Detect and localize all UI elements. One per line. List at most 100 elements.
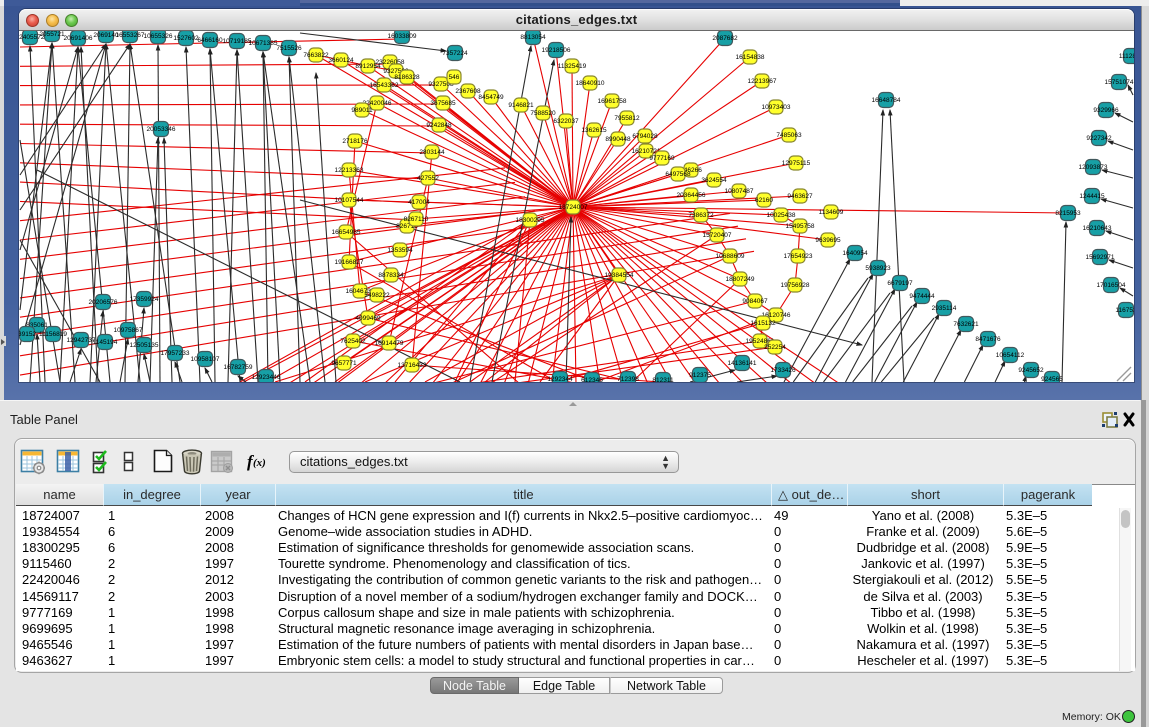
svg-text:1145194: 1145194 — [93, 339, 118, 346]
svg-text:5938923: 5938923 — [865, 265, 891, 272]
svg-text:8186328: 8186328 — [394, 74, 420, 81]
svg-text:1362615: 1362615 — [581, 127, 607, 134]
svg-text:11156819: 11156819 — [39, 331, 67, 338]
svg-text:18300295: 18300295 — [516, 217, 545, 224]
svg-text:1244415: 1244415 — [1079, 193, 1105, 200]
svg-text:5498222: 5498222 — [364, 292, 390, 299]
svg-text:(x): (x) — [253, 457, 266, 469]
svg-text:12505135: 12505135 — [130, 342, 159, 349]
svg-text:16654985: 16654985 — [332, 229, 361, 236]
svg-text:20053346: 20053346 — [147, 126, 176, 133]
svg-text:15692971: 15692971 — [1086, 254, 1115, 261]
svg-text:3675685: 3675685 — [430, 100, 456, 107]
svg-text:15720407: 15720407 — [703, 232, 732, 239]
svg-text:8813054: 8813054 — [520, 34, 546, 41]
svg-text:12975115: 12975115 — [782, 160, 811, 167]
svg-text:924565: 924565 — [1041, 376, 1063, 382]
svg-text:17957233: 17957233 — [161, 350, 190, 357]
svg-text:417004: 417004 — [408, 199, 430, 206]
svg-text:2367608: 2367608 — [455, 88, 481, 95]
svg-text:8990448: 8990448 — [605, 136, 631, 143]
svg-text:10688609: 10688609 — [716, 253, 745, 260]
svg-text:2718176: 2718176 — [342, 138, 368, 145]
svg-text:19384554: 19384554 — [605, 272, 634, 279]
svg-text:812311: 812311 — [652, 377, 674, 382]
svg-text:17359924: 17359924 — [130, 296, 159, 303]
svg-text:17654923: 17654923 — [784, 253, 813, 260]
svg-text:6679197: 6679197 — [887, 280, 913, 287]
svg-text:10025438: 10025438 — [767, 212, 796, 219]
svg-text:16033809: 16033809 — [388, 33, 417, 40]
svg-text:9245652: 9245652 — [1018, 367, 1044, 374]
svg-text:16648784: 16648784 — [872, 97, 901, 104]
svg-text:7663822: 7663822 — [303, 52, 329, 59]
svg-text:15495758: 15495758 — [786, 223, 815, 230]
svg-text:39152: 39152 — [19, 331, 36, 338]
svg-text:9474444: 9474444 — [909, 293, 935, 300]
svg-text:10719185: 10719185 — [223, 38, 252, 45]
svg-text:1527602: 1527602 — [173, 35, 199, 42]
svg-text:8878334: 8878334 — [378, 272, 404, 279]
svg-text:427552: 427552 — [417, 175, 439, 182]
svg-text:12923446: 12923446 — [252, 374, 281, 381]
svg-text:2935114: 2935114 — [932, 305, 957, 312]
svg-text:10973403: 10973403 — [762, 104, 791, 111]
svg-text:8471676: 8471676 — [975, 336, 1001, 343]
svg-text:2087682: 2087682 — [712, 35, 738, 42]
svg-text:7357224: 7357224 — [442, 50, 468, 57]
svg-text:1733426: 1733426 — [770, 367, 796, 374]
svg-text:16543362: 16543362 — [370, 82, 399, 89]
svg-text:9227342: 9227342 — [1086, 135, 1112, 142]
svg-text:12213363: 12213363 — [335, 167, 364, 174]
svg-text:7588520: 7588520 — [530, 110, 556, 117]
svg-text:13716433: 13716433 — [398, 362, 427, 369]
svg-text:546: 546 — [449, 74, 460, 81]
svg-text:3624554: 3624554 — [701, 177, 727, 184]
svg-text:10958107: 10958107 — [191, 356, 220, 363]
svg-text:9084067: 9084067 — [742, 298, 768, 305]
svg-text:1615132: 1615132 — [750, 320, 776, 327]
svg-text:7955812: 7955812 — [614, 115, 640, 122]
svg-text:7632621: 7632621 — [953, 321, 979, 328]
svg-text:252254: 252254 — [764, 344, 786, 351]
svg-text:20206576: 20206576 — [89, 299, 118, 306]
svg-text:16782759: 16782759 — [224, 364, 253, 371]
svg-text:62160: 62160 — [755, 197, 773, 204]
svg-text:19166827: 19166827 — [335, 259, 364, 266]
svg-text:6322037: 6322037 — [553, 118, 579, 125]
svg-text:116753: 116753 — [1115, 307, 1134, 314]
svg-text:612346: 612346 — [581, 377, 603, 382]
svg-text:12942737: 12942737 — [67, 337, 96, 344]
svg-text:7386372: 7386372 — [688, 212, 714, 219]
svg-text:11325419: 11325419 — [558, 63, 587, 70]
svg-text:989011: 989011 — [351, 107, 373, 114]
svg-text:7515526: 7515526 — [276, 45, 302, 52]
svg-text:9146821: 9146821 — [508, 102, 534, 109]
svg-text:19218506: 19218506 — [542, 47, 571, 54]
svg-text:2803144: 2803144 — [419, 149, 445, 156]
svg-text:18807249: 18807249 — [726, 276, 755, 283]
svg-text:12093873: 12093873 — [1079, 164, 1108, 171]
svg-text:14136141: 14136141 — [728, 360, 757, 367]
svg-text:6466160: 6466160 — [197, 37, 223, 44]
svg-text:1292344: 1292344 — [547, 376, 573, 382]
svg-text:7625402: 7625402 — [340, 338, 366, 345]
svg-text:4099469: 4099469 — [355, 315, 381, 322]
svg-text:3660124: 3660124 — [328, 57, 354, 64]
svg-text:16154838: 16154838 — [736, 54, 765, 61]
svg-text:2055721: 2055721 — [39, 31, 65, 38]
svg-text:18640910: 18640910 — [576, 80, 605, 87]
svg-text:10654112: 10654112 — [996, 352, 1025, 359]
svg-text:18724007: 18724007 — [559, 204, 588, 211]
svg-text:16553267: 16553267 — [116, 32, 145, 39]
svg-text:9639695: 9639695 — [815, 237, 841, 244]
svg-text:10975867: 10975867 — [114, 327, 143, 334]
svg-text:8454749: 8454749 — [478, 94, 504, 101]
svg-text:9657771: 9657771 — [331, 360, 357, 367]
svg-text:1112848: 1112848 — [1119, 53, 1134, 60]
svg-text:10807487: 10807487 — [725, 188, 754, 195]
svg-text:6794028: 6794028 — [632, 133, 658, 140]
svg-text:17016504: 17016504 — [1097, 282, 1126, 289]
svg-text:9329966: 9329966 — [1093, 107, 1119, 114]
svg-text:6497568: 6497568 — [665, 171, 691, 178]
